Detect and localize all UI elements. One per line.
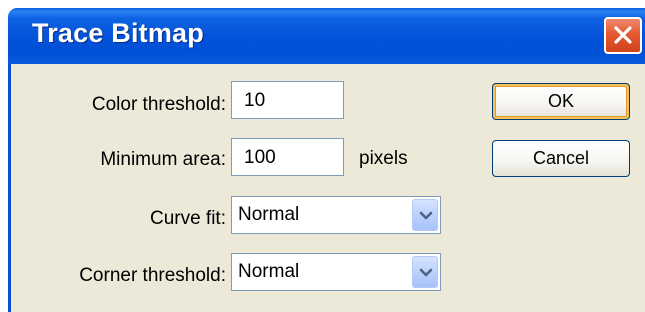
corner-threshold-select[interactable]: Normal [231, 253, 441, 291]
minimum-area-label: Minimum area: [100, 149, 226, 170]
trace-bitmap-dialog: Trace Bitmap Color threshold: 10 Minimum… [0, 0, 645, 312]
corner-threshold-label: Corner threshold: [79, 265, 226, 286]
dialog-body: Color threshold: 10 Minimum area: 100 pi… [8, 64, 645, 312]
curve-fit-dropdown-button[interactable] [412, 199, 438, 231]
corner-threshold-value: Normal [238, 261, 300, 282]
close-icon [614, 26, 632, 44]
color-threshold-label: Color threshold: [91, 94, 226, 115]
ok-button[interactable]: OK [492, 83, 630, 120]
curve-fit-select[interactable]: Normal [231, 196, 441, 234]
curve-fit-label: Curve fit: [149, 208, 226, 229]
chevron-down-icon [419, 268, 433, 277]
title-bar[interactable]: Trace Bitmap [8, 8, 645, 64]
cancel-button[interactable]: Cancel [492, 140, 630, 177]
corner-threshold-dropdown-button[interactable] [412, 256, 438, 288]
minimum-area-input[interactable]: 100 [231, 138, 344, 176]
color-threshold-input[interactable]: 10 [231, 81, 344, 119]
curve-fit-value: Normal [238, 204, 300, 225]
close-button[interactable] [604, 17, 642, 54]
dialog-title: Trace Bitmap [32, 18, 204, 48]
chevron-down-icon [419, 211, 433, 220]
minimum-area-unit: pixels [359, 148, 408, 169]
